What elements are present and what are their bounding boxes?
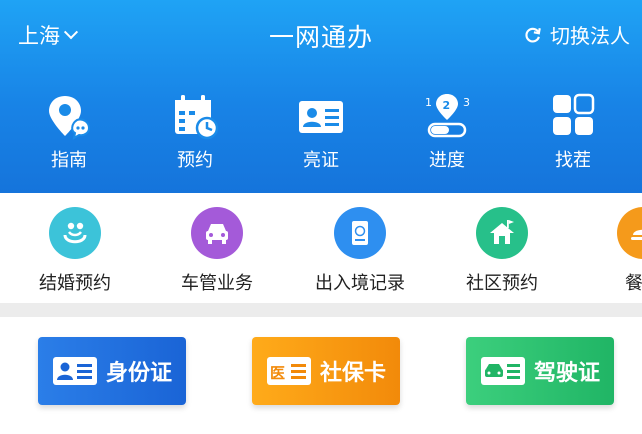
service-label: 出入境记录 — [315, 273, 405, 294]
quick-item-label: 进度 — [429, 150, 465, 171]
header: 上海 一网通办 切换法人 指南 预约 亮证 1 3 2 进度 找茬 — [0, 0, 642, 193]
service-icon-circle — [191, 207, 243, 259]
refresh-icon — [525, 27, 541, 43]
quick-actions: 指南 预约 亮证 1 3 2 进度 找茬 — [0, 92, 642, 182]
service-item-marriage[interactable]: 结婚预约 — [10, 207, 140, 295]
card-label: 身份证 — [105, 361, 172, 386]
top-bar: 上海 一网通办 切换法人 — [0, 0, 642, 70]
service-label: 社区预约 — [466, 273, 538, 294]
e-certificate-cards: 身份证 医 社保卡 驾驶证 — [0, 317, 642, 434]
quick-item-progress[interactable]: 1 3 2 进度 — [392, 92, 502, 182]
card-icon-text: 医 — [270, 364, 285, 382]
service-icon-circle — [334, 207, 386, 259]
switch-legal-person-button[interactable]: 切换法人 — [524, 20, 630, 49]
passport-icon — [352, 221, 368, 245]
service-shortcuts: 结婚预约 车管业务 出入境记录 社区预约 餐 — [0, 193, 642, 303]
quick-item-label: 预约 — [177, 150, 213, 171]
service-label: 结婚预约 — [39, 273, 111, 294]
social-security-card-icon: 医 — [266, 357, 311, 385]
house-flag-icon — [490, 220, 514, 244]
service-item-vehicle[interactable]: 车管业务 — [152, 207, 282, 295]
section-divider — [0, 303, 642, 317]
calendar-clock-icon — [175, 95, 219, 140]
switch-label: 切换法人 — [550, 24, 630, 48]
svg-text:2: 2 — [443, 99, 451, 112]
map-pin-chat-icon — [49, 96, 91, 141]
quick-item-appointment[interactable]: 预约 — [140, 92, 250, 182]
svg-text:3: 3 — [463, 96, 470, 109]
card-driver-license[interactable]: 驾驶证 — [466, 337, 614, 405]
id-card-icon — [52, 357, 97, 385]
svg-text:1: 1 — [425, 96, 432, 109]
card-id[interactable]: 身份证 — [38, 337, 186, 405]
quick-item-label: 亮证 — [303, 150, 339, 171]
wedding-icon — [63, 222, 87, 244]
grid-squares-icon — [553, 93, 595, 135]
service-icon-circle — [617, 207, 642, 259]
quick-item-label: 指南 — [51, 150, 87, 171]
card-label: 社保卡 — [319, 361, 386, 386]
id-card-icon — [299, 101, 343, 133]
card-social-security[interactable]: 医 社保卡 — [252, 337, 400, 405]
food-icon — [631, 229, 642, 240]
service-item-exit-entry[interactable]: 出入境记录 — [295, 207, 425, 295]
driver-license-icon — [480, 357, 525, 385]
card-label: 驾驶证 — [533, 361, 600, 386]
service-icon-circle — [49, 207, 101, 259]
service-label: 车管业务 — [181, 273, 253, 294]
car-icon — [206, 224, 228, 244]
quick-item-guide[interactable]: 指南 — [14, 92, 124, 182]
service-label: 餐饮 — [625, 273, 642, 294]
progress-steps-icon: 1 3 2 — [425, 94, 470, 138]
service-icon-circle — [476, 207, 528, 259]
quick-item-feedback[interactable]: 找茬 — [518, 92, 628, 182]
quick-item-show-id[interactable]: 亮证 — [266, 92, 376, 182]
service-item-community[interactable]: 社区预约 — [437, 207, 567, 295]
service-item-dining[interactable]: 餐饮 — [578, 207, 642, 295]
quick-item-label: 找茬 — [555, 150, 591, 171]
